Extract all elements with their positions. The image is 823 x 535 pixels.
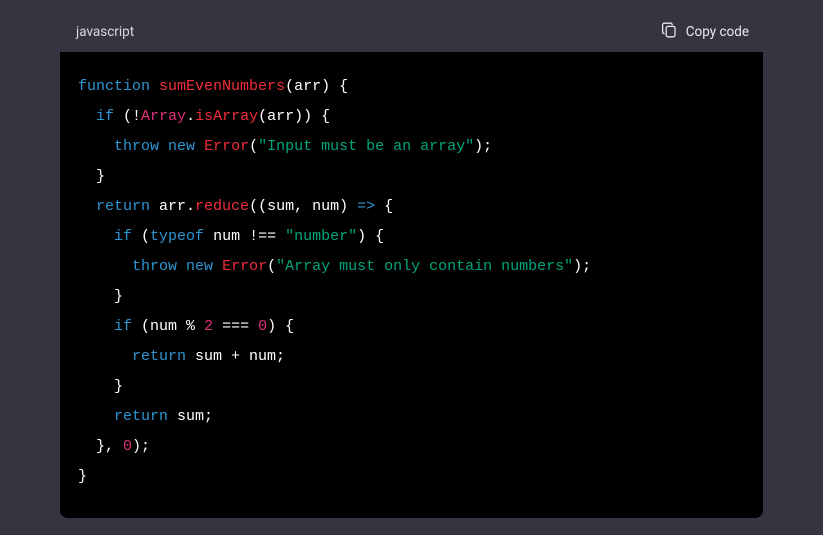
code-line: } [78, 282, 745, 312]
code-line: function sumEvenNumbers(arr) { [78, 72, 745, 102]
code-line: return sum + num; [78, 342, 745, 372]
language-label: javascript [74, 24, 134, 40]
code-line: if (typeof num !== "number") { [78, 222, 745, 252]
code-line: throw new Error("Input must be an array"… [78, 132, 745, 162]
code-line: throw new Error("Array must only contain… [78, 252, 745, 282]
clipboard-icon [661, 21, 677, 43]
code-content: function sumEvenNumbers(arr) { if (!Arra… [60, 52, 763, 518]
code-line: } [78, 162, 745, 192]
code-line: return arr.reduce((sum, num) => { [78, 192, 745, 222]
code-block: javascript Copy code function sumEvenNum… [60, 12, 763, 518]
code-line: } [78, 462, 745, 492]
code-line: } [78, 372, 745, 402]
code-line: }, 0); [78, 432, 745, 462]
code-line: if (!Array.isArray(arr)) { [78, 102, 745, 132]
code-line: return sum; [78, 402, 745, 432]
copy-code-label: Copy code [686, 24, 749, 40]
code-line: if (num % 2 === 0) { [78, 312, 745, 342]
copy-code-button[interactable]: Copy code [661, 21, 749, 43]
code-block-header: javascript Copy code [60, 12, 763, 52]
